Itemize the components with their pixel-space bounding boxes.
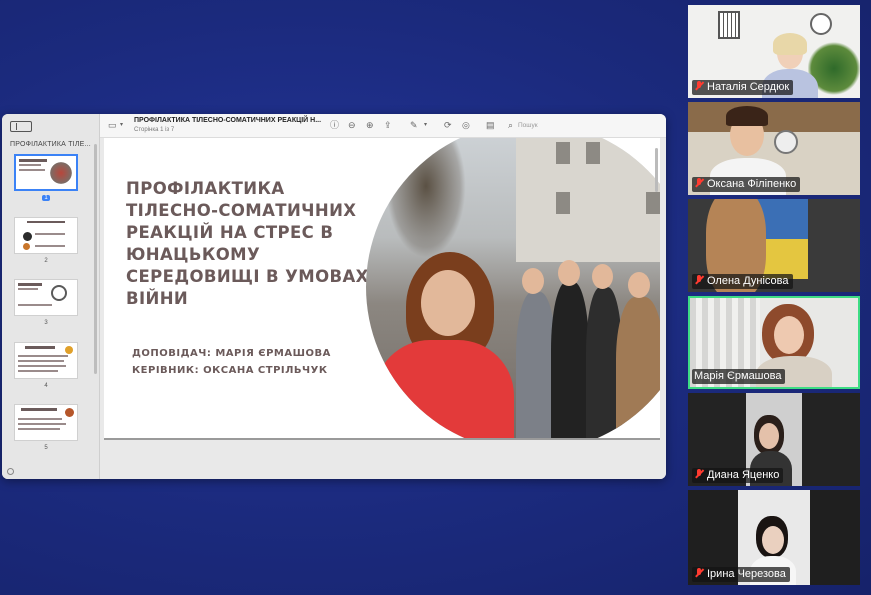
participant-name-5: Диана Яценко (692, 468, 784, 483)
share-icon[interactable]: ⇪ (384, 121, 392, 130)
participant-tile-5[interactable]: Диана Яценко (688, 393, 860, 486)
document-content-area: ПРОФІЛАКТИКА ТІЛЕСНО-СОМАТИЧНИХ РЕАКЦІЙ … (100, 138, 666, 479)
participant-tile-2[interactable]: Оксана Філіпенко (688, 102, 860, 195)
page-number-2: 2 (44, 258, 48, 264)
slide-title: ПРОФІЛАКТИКА ТІЛЕСНО-СОМАТИЧНИХ РЕАКЦІЙ … (126, 179, 369, 308)
document-title: ПРОФІЛАКТИКА ТІЛЕСНО-СОМАТИЧНИХ РЕАКЦІЙ … (134, 117, 322, 124)
page-thumbnail-4[interactable] (14, 342, 78, 379)
page-thumbnail-3[interactable] (14, 279, 78, 316)
preview-toolbar: ▭ ▾ ПРОФІЛАКТИКА ТІЛЕСНО-СОМАТИЧНИХ РЕАК… (100, 114, 666, 138)
mic-muted-icon (694, 178, 704, 188)
sidebar-toggle-icon[interactable] (10, 120, 32, 132)
sidebar-scrollbar[interactable] (94, 144, 97, 374)
page-thumbnail-2[interactable] (14, 217, 78, 254)
search-icon[interactable]: ⌕ (508, 121, 513, 130)
info-icon[interactable]: ⓘ (330, 121, 339, 130)
participant-name-1: Наталія Сердюк (692, 80, 794, 95)
search-field[interactable]: Пошук (518, 122, 538, 129)
shared-preview-window: ПРОФІЛАКТИКА ТІЛЕ... 1 2 3 4 5 ▭ ▾ ПРОФІ… (2, 114, 666, 479)
presenter-line: ДОПОВІДАЧ: МАРІЯ ЄРМАШОВА (132, 348, 331, 359)
page-number-1: 1 (42, 195, 50, 201)
supervisor-line: КЕРІВНИК: ОКСАНА СТРІЛЬЧУК (132, 365, 328, 376)
markup-pen-icon[interactable]: ✎ (410, 121, 418, 130)
zoom-in-icon[interactable]: ⊕ (366, 121, 374, 130)
page-thumbnail-1[interactable] (14, 154, 78, 191)
zoom-out-icon[interactable]: ⊖ (348, 121, 356, 130)
mic-muted-icon (694, 568, 704, 578)
group-photo (366, 138, 660, 438)
sidebar-title: ПРОФІЛАКТИКА ТІЛЕ... (10, 141, 91, 148)
participant-tile-4-active-speaker[interactable]: Марія Єрмашова (688, 296, 860, 389)
sidebar-view-icon[interactable]: ▭ (108, 121, 117, 130)
participant-tile-3[interactable]: Олена Дунісова (688, 199, 860, 292)
page-counter: Сторінка 1 із 7 (134, 127, 175, 133)
participant-name-3: Олена Дунісова (692, 274, 793, 289)
page-thumbnail-5[interactable] (14, 404, 78, 441)
slide-page-1: ПРОФІЛАКТИКА ТІЛЕСНО-СОМАТИЧНИХ РЕАКЦІЙ … (104, 138, 660, 440)
markup-chevron-icon[interactable]: ▾ (424, 121, 427, 130)
view-chevron-icon[interactable]: ▾ (120, 121, 123, 130)
participant-name-4: Марія Єрмашова (692, 369, 786, 384)
mic-muted-icon (694, 275, 704, 285)
mic-muted-icon (694, 81, 704, 91)
thumbnail-sidebar: ПРОФІЛАКТИКА ТІЛЕ... 1 2 3 4 5 (2, 114, 100, 479)
page-number-4: 4 (44, 383, 48, 389)
mic-muted-icon (694, 469, 704, 479)
add-page-icon[interactable] (7, 468, 14, 475)
participant-tile-1[interactable]: Наталія Сердюк (688, 5, 860, 98)
page-number-3: 3 (44, 320, 48, 326)
form-icon[interactable]: ▤ (486, 121, 495, 130)
highlight-icon[interactable]: ◎ (462, 121, 470, 130)
participant-tile-6[interactable]: Ірина Черезова (688, 490, 860, 585)
participant-name-2: Оксана Філіпенко (692, 177, 801, 192)
participant-name-6: Ірина Черезова (692, 567, 790, 582)
content-scrollbar[interactable] (655, 148, 658, 192)
page-number-5: 5 (44, 445, 48, 451)
rotate-icon[interactable]: ⟳ (444, 121, 452, 130)
